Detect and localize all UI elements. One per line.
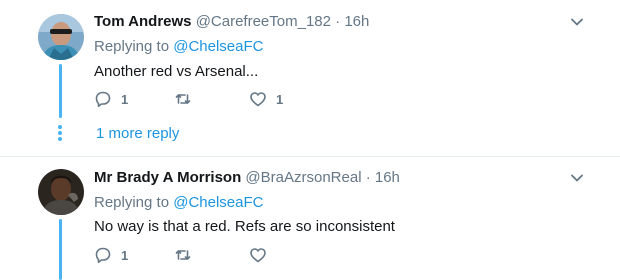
tweet-header: Mr Brady A Morrison @BraAzrsonReal · 16h <box>94 169 400 186</box>
avatar[interactable] <box>38 169 84 215</box>
like-button[interactable] <box>249 245 276 265</box>
replying-label: Replying to <box>94 38 170 55</box>
tweet-header: Tom Andrews @CarefreeTom_182 · 16h <box>94 13 369 30</box>
mention-link[interactable]: @ChelseaFC <box>173 38 263 55</box>
retweet-button[interactable] <box>174 245 201 265</box>
avatar-image <box>38 14 84 60</box>
reply-count: 1 <box>121 91 129 107</box>
avatar[interactable] <box>38 14 84 60</box>
tweet[interactable]: Tom Andrews @CarefreeTom_182 · 16h Reply… <box>0 0 620 157</box>
reply-icon <box>95 247 111 264</box>
like-count: 1 <box>276 91 284 107</box>
heart-icon <box>250 92 266 107</box>
tweet[interactable]: Mr Brady A Morrison @BraAzrsonReal · 16h… <box>0 157 620 280</box>
retweet-icon <box>175 94 191 104</box>
thread-line <box>59 64 62 118</box>
mention-link[interactable]: @ChelseaFC <box>173 194 263 211</box>
chevron-down-icon[interactable] <box>569 170 585 186</box>
tweet-text: Another red vs Arsenal... <box>94 63 259 80</box>
avatar-image <box>38 169 84 215</box>
author-name[interactable]: Mr Brady A Morrison <box>94 169 241 186</box>
retweet-button[interactable] <box>174 89 201 109</box>
more-replies-link[interactable]: 1 more reply <box>96 125 179 142</box>
thread-dots <box>58 125 63 141</box>
like-button[interactable]: 1 <box>249 89 283 109</box>
replying-to: Replying to @ChelseaFC <box>94 194 263 211</box>
heart-icon <box>250 248 266 263</box>
reply-icon <box>95 91 111 108</box>
reply-count: 1 <box>121 247 129 263</box>
author-handle[interactable]: @CarefreeTom_182 <box>196 13 331 30</box>
replying-label: Replying to <box>94 194 170 211</box>
thread-line <box>59 219 62 280</box>
chevron-down-icon[interactable] <box>569 14 585 30</box>
replying-to: Replying to @ChelseaFC <box>94 38 263 55</box>
separator: · <box>365 169 371 186</box>
timestamp[interactable]: 16h <box>375 169 400 186</box>
reply-button[interactable]: 1 <box>94 245 128 265</box>
retweet-icon <box>175 250 191 260</box>
reply-button[interactable]: 1 <box>94 89 128 109</box>
separator: · <box>335 13 341 30</box>
author-name[interactable]: Tom Andrews <box>94 13 192 30</box>
author-handle[interactable]: @BraAzrsonReal <box>245 169 361 186</box>
timestamp[interactable]: 16h <box>344 13 369 30</box>
tweet-text: No way is that a red. Refs are so incons… <box>94 218 395 235</box>
conversation-thread: Tom Andrews @CarefreeTom_182 · 16h Reply… <box>0 0 620 280</box>
